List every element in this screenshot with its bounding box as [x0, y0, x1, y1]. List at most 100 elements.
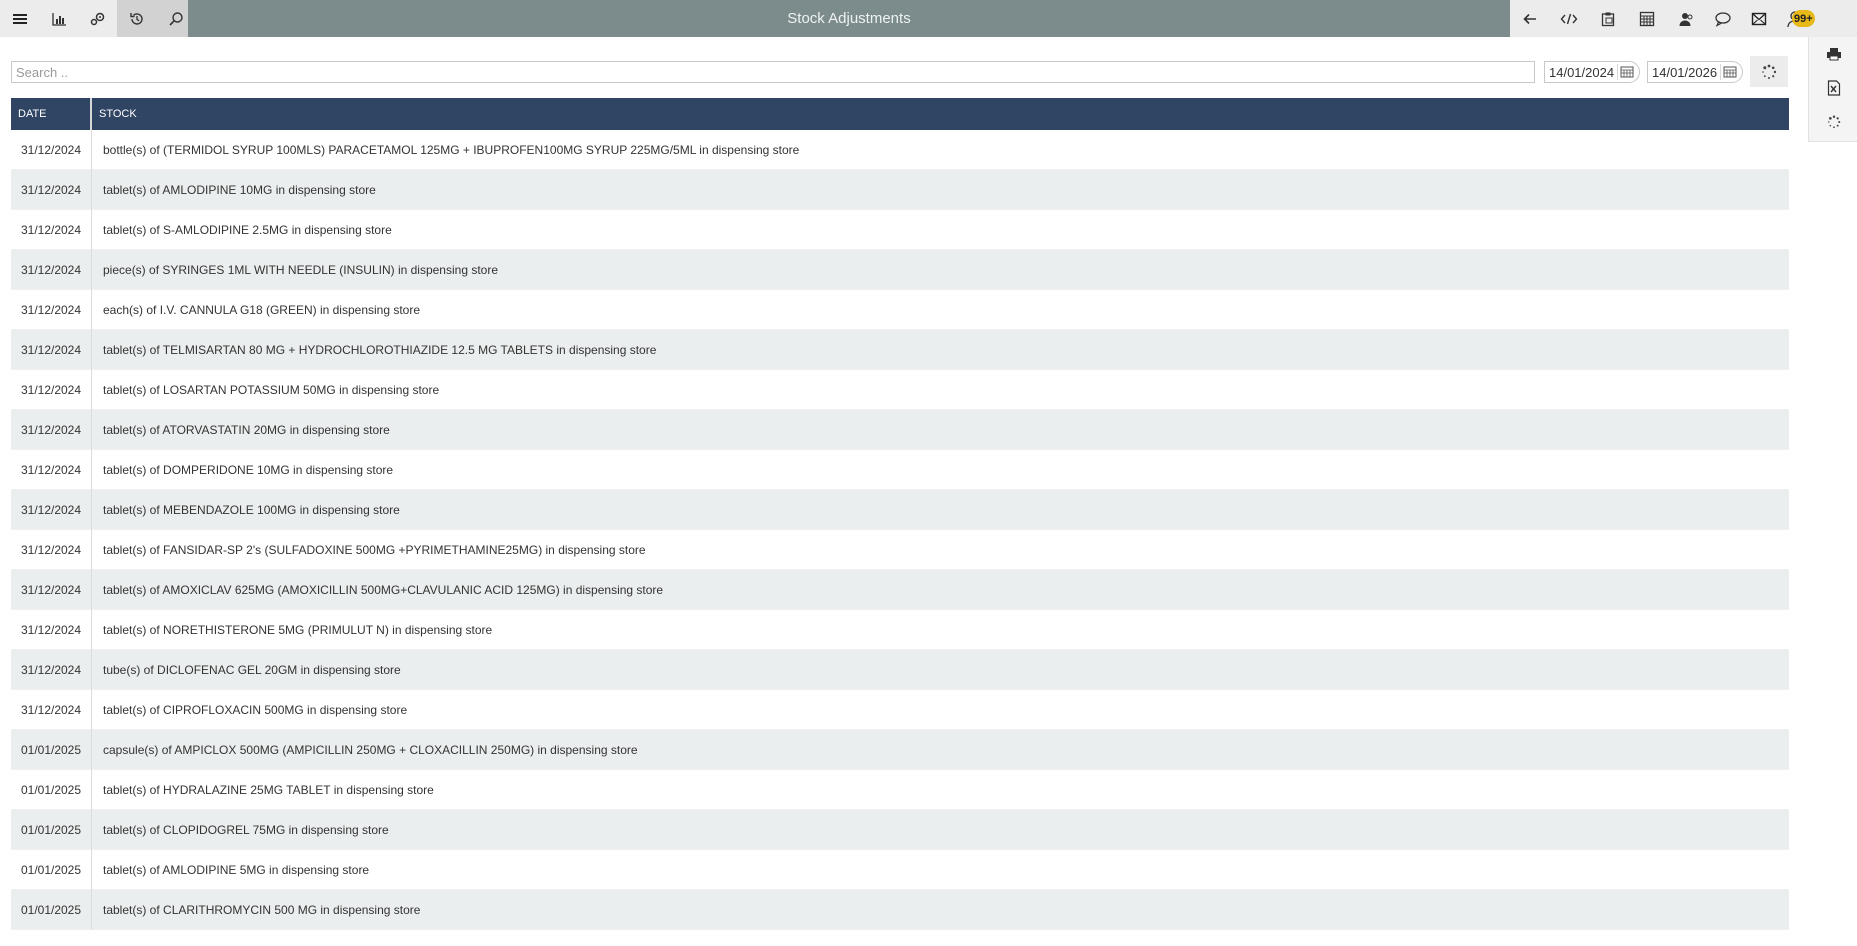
- table-row[interactable]: 31/12/2024 tablet(s) of DOMPERIDONE 10MG …: [11, 449, 1789, 490]
- date-from-input[interactable]: [1545, 62, 1623, 82]
- row-date: 31/12/2024: [11, 569, 92, 610]
- row-date: 31/12/2024: [11, 529, 92, 570]
- hamburger-menu-icon: [12, 13, 27, 24]
- table-row[interactable]: 31/12/2024 tablet(s) of FANSIDAR-SP 2's (…: [11, 529, 1789, 570]
- table-row[interactable]: 31/12/2024 tablet(s) of MEBENDAZOLE 100MG…: [11, 489, 1789, 530]
- reports-button[interactable]: [39, 0, 78, 37]
- code-button[interactable]: [1549, 0, 1588, 37]
- notification-badge: 99+: [1792, 10, 1815, 27]
- back-button[interactable]: [1510, 0, 1549, 37]
- row-stock-description: tablet(s) of CIPROFLOXACIN 500MG in disp…: [103, 702, 408, 717]
- row-stock-description: tablet(s) of AMOXICLAV 625MG (AMOXICILLI…: [103, 582, 664, 597]
- code-icon: [1560, 13, 1577, 24]
- row-date: 01/01/2025: [11, 889, 92, 930]
- row-stock-description: tablet(s) of FANSIDAR-SP 2's (SULFADOXIN…: [103, 542, 646, 557]
- row-stock-description: tablet(s) of CLARITHROMYCIN 500 MG in di…: [103, 902, 421, 917]
- column-header-stock[interactable]: STOCK: [92, 98, 137, 130]
- table-row[interactable]: 01/01/2025 tablet(s) of AMLODIPINE 5MG in…: [11, 849, 1789, 890]
- row-stock-description: tablet(s) of HYDRALAZINE 25MG TABLET in …: [103, 782, 434, 797]
- date-to-input[interactable]: [1648, 62, 1726, 82]
- table-row[interactable]: 31/12/2024 each(s) of I.V. CANNULA G18 (G…: [11, 289, 1789, 330]
- row-stock-description: tablet(s) of MEBENDAZOLE 100MG in dispen…: [103, 502, 400, 517]
- toolbar-left: [0, 0, 195, 37]
- settings-button[interactable]: [78, 0, 117, 37]
- date-to-calendar-button[interactable]: [1720, 64, 1739, 80]
- mail-icon: [1751, 12, 1767, 25]
- row-date: 31/12/2024: [11, 329, 92, 370]
- users-icon: [1679, 12, 1692, 26]
- table-row[interactable]: 31/12/2024 bottle(s) of (TERMIDOL SYRUP 1…: [11, 129, 1789, 170]
- calendar-icon: [1723, 66, 1737, 78]
- spinner-icon: [1762, 64, 1777, 79]
- date-to-picker: [1647, 61, 1743, 83]
- menu-button[interactable]: [0, 0, 39, 37]
- table-row[interactable]: 01/01/2025 capsule(s) of AMPICLOX 500MG (…: [11, 729, 1789, 770]
- table-row[interactable]: 31/12/2024 piece(s) of SYRINGES 1ML WITH …: [11, 249, 1789, 290]
- row-date: 31/12/2024: [11, 209, 92, 250]
- row-stock-description: tablet(s) of CLOPIDOGREL 75MG in dispens…: [103, 822, 389, 837]
- row-stock-description: tube(s) of DICLOFENAC GEL 20GM in dispen…: [103, 662, 401, 677]
- row-stock-description: tablet(s) of NORETHISTERONE 5MG (PRIMULU…: [103, 622, 493, 637]
- row-date: 31/12/2024: [11, 689, 92, 730]
- table-row[interactable]: 31/12/2024 tablet(s) of S-AMLODIPINE 2.5M…: [11, 209, 1789, 250]
- printer-icon: [1826, 48, 1841, 61]
- top-bar: Stock Adjustments 99+: [0, 0, 1857, 37]
- export-excel-button[interactable]: [1809, 71, 1857, 105]
- table-row[interactable]: 31/12/2024 tablet(s) of NORETHISTERONE 5M…: [11, 609, 1789, 650]
- row-date: 31/12/2024: [11, 289, 92, 330]
- chat-bubble-icon: [1715, 11, 1731, 27]
- row-date: 31/12/2024: [11, 409, 92, 450]
- row-date: 31/12/2024: [11, 249, 92, 290]
- row-stock-description: tablet(s) of AMLODIPINE 5MG in dispensin…: [103, 862, 370, 877]
- row-date: 31/12/2024: [11, 449, 92, 490]
- row-stock-description: capsule(s) of AMPICLOX 500MG (AMPICILLIN…: [103, 742, 638, 757]
- reload-button[interactable]: [1809, 105, 1857, 139]
- row-stock-description: bottle(s) of (TERMIDOL SYRUP 100MLS) PAR…: [103, 142, 800, 157]
- messages-button[interactable]: [1741, 0, 1777, 37]
- row-stock-description: tablet(s) of S-AMLODIPINE 2.5MG in dispe…: [103, 222, 392, 237]
- row-date: 01/01/2025: [11, 809, 92, 850]
- table-body: 31/12/2024 bottle(s) of (TERMIDOL SYRUP 1…: [11, 129, 1789, 930]
- arrow-left-icon: [1522, 13, 1536, 24]
- refresh-button[interactable]: [1750, 56, 1788, 87]
- row-date: 31/12/2024: [11, 489, 92, 530]
- table-row[interactable]: 01/01/2025 tablet(s) of CLOPIDOGREL 75MG …: [11, 809, 1789, 850]
- stock-adjustments-table: DATE STOCK 31/12/2024 bottle(s) of (TERMI…: [11, 98, 1789, 930]
- calendar-icon: [1620, 66, 1634, 78]
- row-date: 31/12/2024: [11, 649, 92, 690]
- bar-chart-icon: [51, 12, 66, 26]
- row-date: 31/12/2024: [11, 609, 92, 650]
- table-row[interactable]: 31/12/2024 tablet(s) of CIPROFLOXACIN 500…: [11, 689, 1789, 730]
- date-from-picker: [1544, 61, 1640, 83]
- chat-button[interactable]: [1705, 0, 1741, 37]
- search-input[interactable]: [11, 61, 1535, 83]
- date-from-calendar-button[interactable]: [1617, 64, 1636, 80]
- table-row[interactable]: 31/12/2024 tablet(s) of AMOXICLAV 625MG (…: [11, 569, 1789, 610]
- calculator-button[interactable]: [1627, 0, 1666, 37]
- table-row[interactable]: 31/12/2024 tablet(s) of TELMISARTAN 80 MG…: [11, 329, 1789, 370]
- row-stock-description: tablet(s) of TELMISARTAN 80 MG + HYDROCH…: [103, 342, 657, 357]
- users-button[interactable]: [1666, 0, 1705, 37]
- table-row[interactable]: 31/12/2024 tablet(s) of AMLODIPINE 10MG i…: [11, 169, 1789, 210]
- clipboard-button[interactable]: [1588, 0, 1627, 37]
- table-row[interactable]: 01/01/2025 tablet(s) of HYDRALAZINE 25MG …: [11, 769, 1789, 810]
- calculator-icon: [1639, 11, 1654, 26]
- table-row[interactable]: 01/01/2025 tablet(s) of CLARITHROMYCIN 50…: [11, 889, 1789, 930]
- clipboard-icon: [1601, 12, 1614, 26]
- gears-icon: [90, 12, 104, 25]
- table-row[interactable]: 31/12/2024 tablet(s) of LOSARTAN POTASSIU…: [11, 369, 1789, 410]
- row-stock-description: piece(s) of SYRINGES 1ML WITH NEEDLE (IN…: [103, 262, 499, 277]
- row-date: 31/12/2024: [11, 369, 92, 410]
- row-stock-description: tablet(s) of LOSARTAN POTASSIUM 50MG in …: [103, 382, 440, 397]
- history-button[interactable]: [117, 0, 156, 37]
- row-stock-description: tablet(s) of ATORVASTATIN 20MG in dispen…: [103, 422, 390, 437]
- table-row[interactable]: 31/12/2024 tube(s) of DICLOFENAC GEL 20GM…: [11, 649, 1789, 690]
- history-icon: [129, 12, 143, 25]
- row-date: 31/12/2024: [11, 169, 92, 210]
- spinner-icon: [1827, 115, 1840, 129]
- print-button[interactable]: [1809, 37, 1857, 71]
- page-title: Stock Adjustments: [787, 10, 911, 27]
- table-row[interactable]: 31/12/2024 tablet(s) of ATORVASTATIN 20MG…: [11, 409, 1789, 450]
- column-header-date[interactable]: DATE: [11, 98, 92, 130]
- search-icon: [168, 11, 183, 26]
